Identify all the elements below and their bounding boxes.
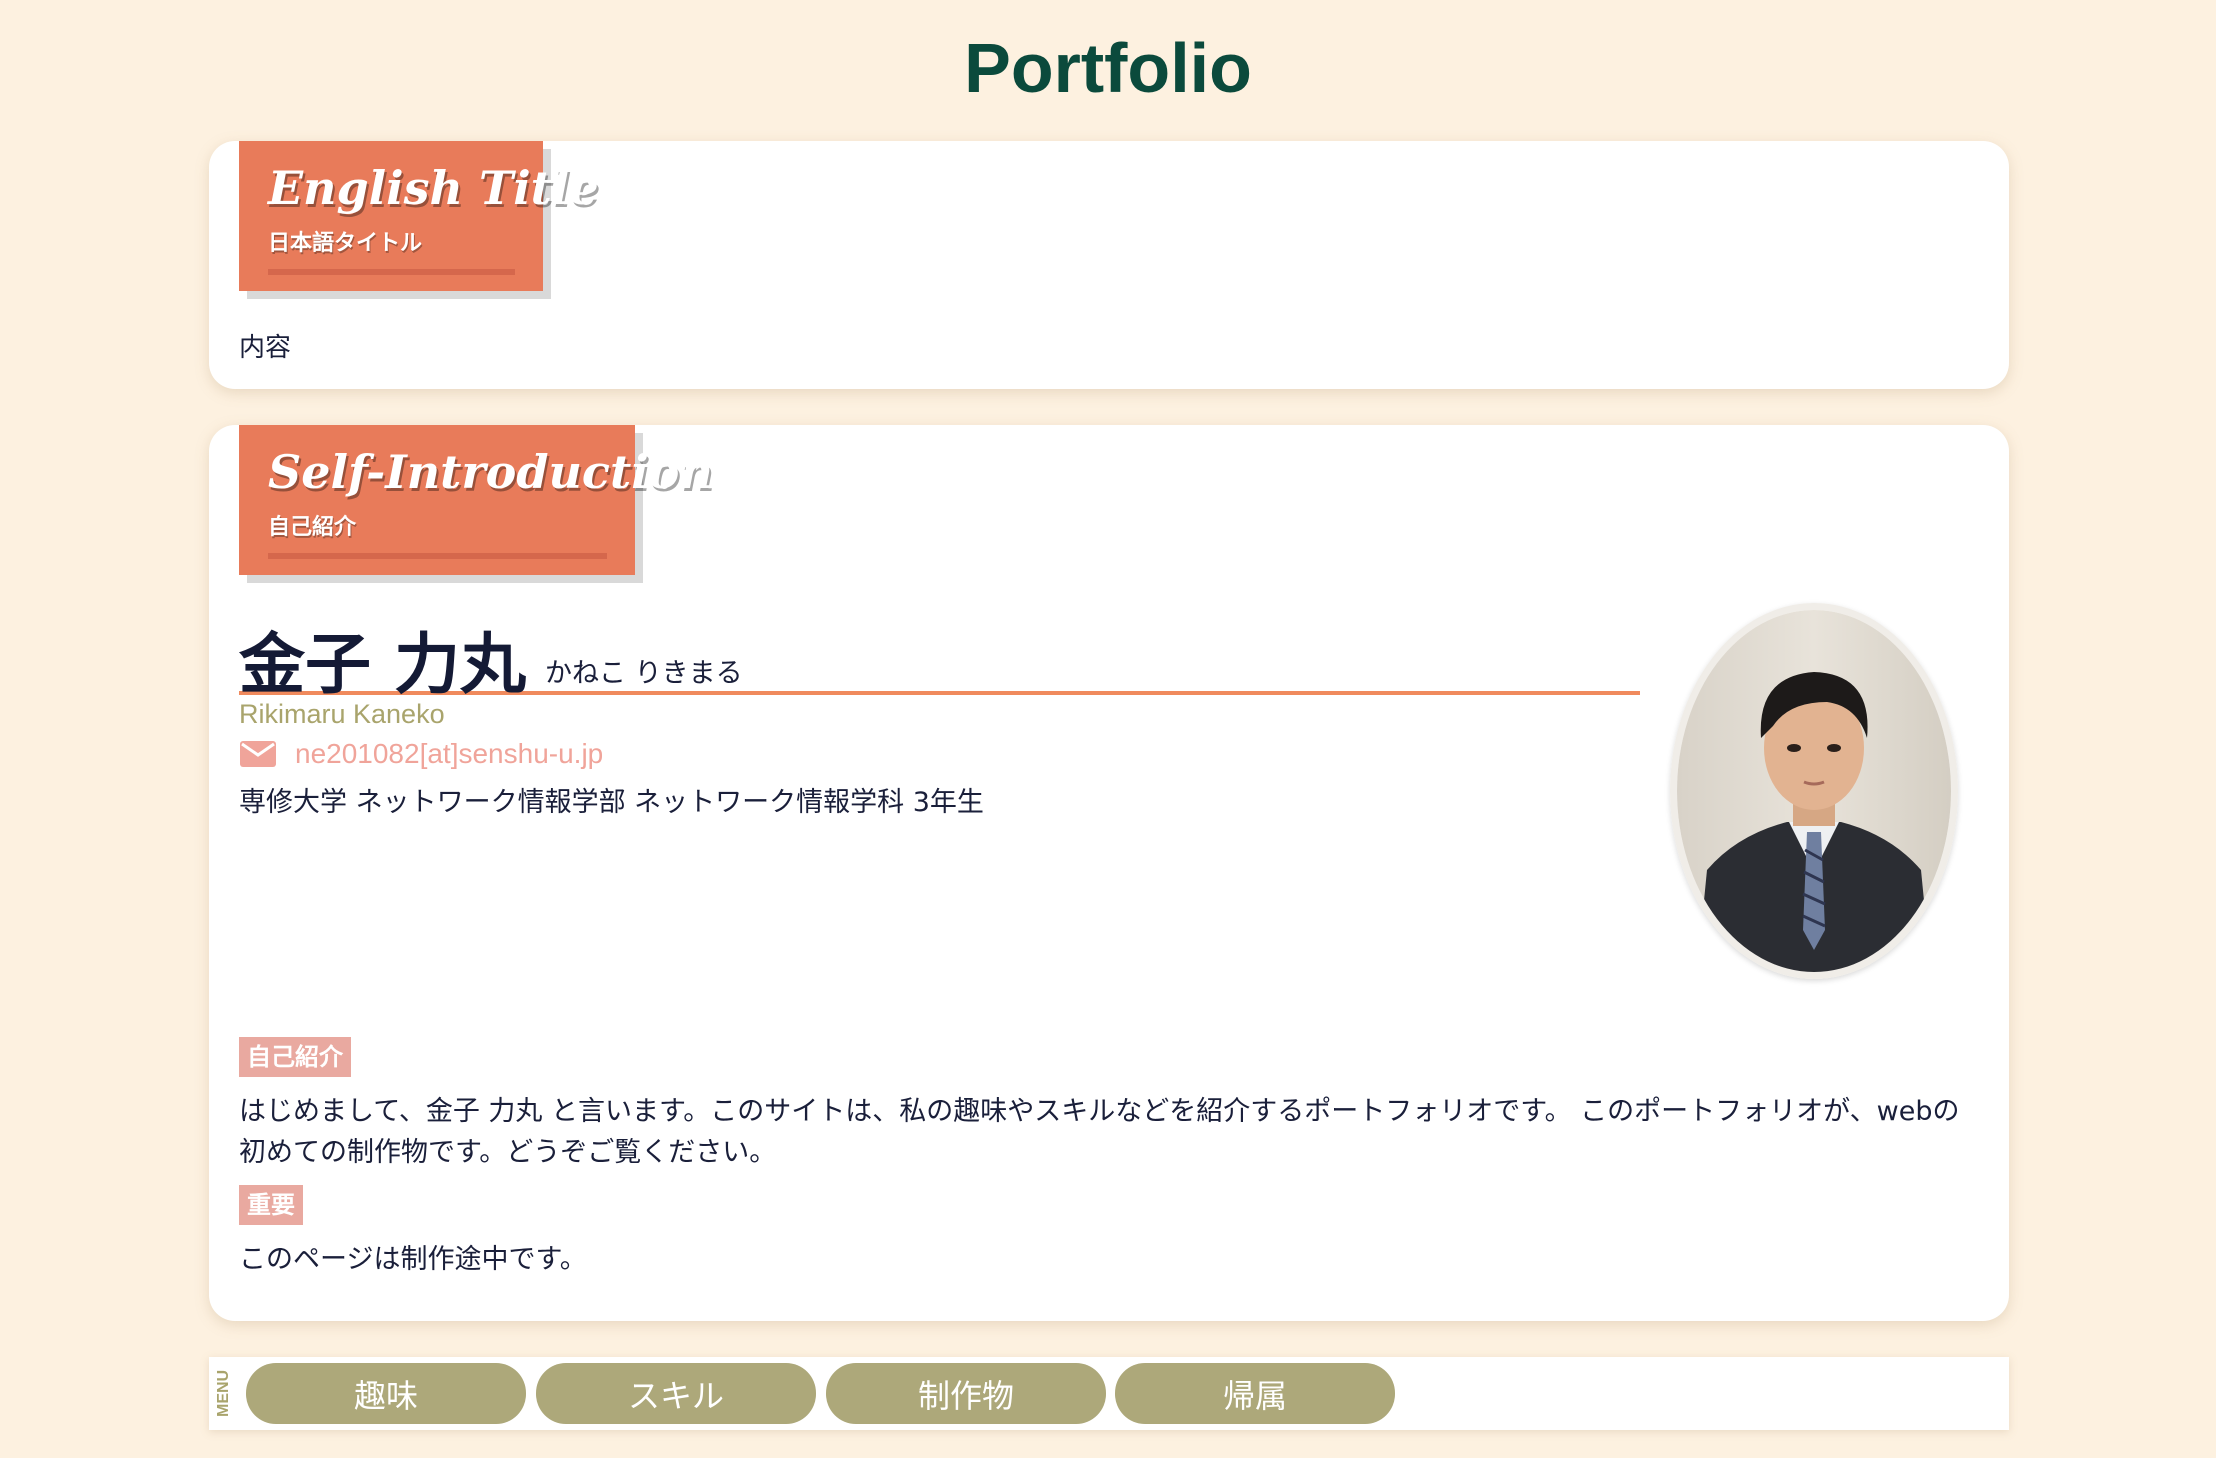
section-ribbon: Self-Introduction 自己紹介	[239, 425, 713, 575]
profile-affiliation: 専修大学 ネットワーク情報学部 ネットワーク情報学科 3年生	[239, 787, 984, 818]
section-title-ja: 日本語タイトル	[268, 231, 423, 256]
email-row[interactable]: ne201082[at]senshu-u.jp	[239, 736, 1640, 772]
section-card-self-introduction: Self-Introduction 自己紹介 金子 力丸 かねこ りきまる Ri…	[209, 425, 2009, 1321]
profile-block: 金子 力丸 かねこ りきまる Rikimaru Kaneko ne201082[…	[239, 611, 1640, 819]
important-text: このページは制作途中です。	[239, 1244, 587, 1275]
section-ribbon: English Title 日本語タイトル	[239, 141, 599, 291]
intro-tag: 自己紹介	[239, 1037, 351, 1077]
name-row: 金子 力丸 かねこ りきまる	[239, 611, 1640, 703]
ribbon-divider	[268, 269, 515, 275]
section-title-ja: 自己紹介	[268, 515, 357, 540]
profile-name-kanji: 金子 力丸	[239, 626, 526, 703]
menu-button-hobby[interactable]: 趣味	[246, 1363, 526, 1424]
section-content: 内容	[239, 333, 292, 363]
ribbon-divider	[268, 553, 607, 559]
menu-button-works[interactable]: 制作物	[826, 1363, 1106, 1424]
site-title: Portfolio	[964, 29, 1252, 107]
profile-name-kana: かねこ りきまる	[545, 658, 743, 689]
section-title-en: English Title	[268, 161, 599, 215]
section-card-english-title: English Title 日本語タイトル 内容	[209, 141, 2009, 389]
section-title-en: Self-Introduction	[268, 445, 713, 499]
profile-email[interactable]: ne201082[at]senshu-u.jp	[295, 738, 603, 770]
menu-button-affiliation[interactable]: 帰属	[1115, 1363, 1395, 1424]
menu-label: MENU	[215, 1369, 232, 1417]
bottom-menu: MENU 趣味 スキル 制作物 帰属	[209, 1357, 2009, 1430]
mail-icon	[239, 740, 277, 768]
profile-photo	[1670, 603, 1958, 979]
intro-text: はじめまして、金子 力丸 と言います。このサイトは、私の趣味やスキルなどを紹介す…	[239, 1096, 1960, 1168]
important-tag: 重要	[239, 1185, 303, 1225]
menu-button-skill[interactable]: スキル	[536, 1363, 816, 1424]
